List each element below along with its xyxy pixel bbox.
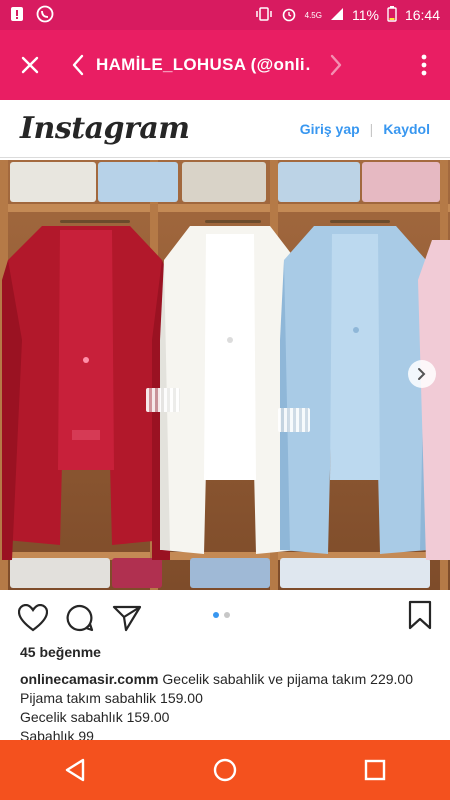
post-caption: onlinecamasir.comm Gecelik sabahlik ve p…	[20, 670, 435, 746]
red-robe-image	[2, 226, 170, 560]
close-button[interactable]	[0, 30, 60, 100]
folded-stack	[362, 162, 440, 202]
post-photo[interactable]	[0, 160, 450, 590]
overflow-menu-button[interactable]	[404, 30, 444, 100]
status-bar: 4.5G 11% 16:44	[0, 0, 450, 30]
share-button[interactable]	[112, 604, 142, 632]
carousel-dot	[224, 612, 230, 618]
back-button[interactable]	[60, 30, 96, 100]
instagram-header: Instagram Giriş yap | Kaydol	[0, 100, 450, 158]
network-label: 4.5G	[304, 10, 322, 20]
vibrate-icon	[255, 6, 273, 24]
forward-button[interactable]	[312, 30, 360, 100]
folded-stack	[278, 162, 360, 202]
pink-robe-image	[418, 240, 450, 560]
like-button[interactable]	[18, 604, 48, 632]
triangle-back-icon	[65, 758, 85, 782]
nav-recent-button[interactable]	[345, 740, 405, 800]
comment-button[interactable]	[66, 604, 94, 632]
carousel-indicator	[213, 612, 230, 618]
browser-toolbar: HAMİLE_LOHUSA (@onli…	[0, 30, 450, 100]
system-nav-bar	[0, 740, 450, 800]
circle-home-icon	[213, 758, 237, 782]
alarm-icon	[281, 6, 297, 25]
square-recent-icon	[364, 759, 386, 781]
save-button[interactable]	[408, 600, 432, 635]
close-icon	[21, 56, 39, 74]
folded-stack	[190, 558, 270, 588]
auth-separator: |	[369, 120, 374, 137]
chevron-right-icon	[330, 54, 342, 76]
battery-level: 11%	[351, 7, 379, 23]
instagram-logo[interactable]: Instagram	[20, 111, 190, 146]
white-robe-image	[160, 226, 300, 554]
lace-trim	[146, 388, 180, 412]
blue-robe-image	[280, 226, 430, 554]
alert-icon	[10, 6, 24, 25]
login-link[interactable]: Giriş yap	[300, 121, 360, 137]
caption-line: Gecelik sabahlik ve pijama takım 229.00	[162, 671, 413, 687]
folded-stack	[98, 162, 178, 202]
folded-stack	[182, 162, 266, 202]
page-title: HAMİLE_LOHUSA (@onli…	[96, 55, 312, 74]
shelf	[0, 204, 450, 212]
nav-home-button[interactable]	[195, 740, 255, 800]
signup-link[interactable]: Kaydol	[383, 121, 430, 137]
heart-icon	[18, 604, 48, 632]
send-icon	[112, 605, 142, 632]
auth-links: Giriş yap | Kaydol	[300, 121, 430, 137]
caption-line: Pijama takım sabahlik 159.00	[20, 690, 203, 706]
more-vert-icon	[421, 54, 427, 76]
chevron-right-icon	[418, 368, 426, 380]
lace-trim	[278, 408, 310, 432]
comment-icon	[66, 604, 94, 632]
battery-icon	[387, 5, 397, 25]
likes-count[interactable]: 45 beğenme	[20, 644, 101, 660]
caption-line: Gecelik sabahlık 159.00	[20, 709, 170, 725]
carousel-dot-active	[213, 612, 219, 618]
bookmark-icon	[408, 600, 432, 630]
carousel-next-button[interactable]	[408, 360, 436, 388]
folded-stack	[10, 162, 96, 202]
whatsapp-icon	[36, 5, 54, 26]
post-actions	[0, 596, 450, 640]
nav-back-button[interactable]	[45, 740, 105, 800]
signal-icon	[330, 7, 344, 24]
folded-stack	[280, 558, 430, 588]
caption-username[interactable]: onlinecamasir.comm	[20, 671, 159, 687]
chevron-left-icon	[72, 54, 84, 76]
clock: 16:44	[404, 7, 440, 23]
